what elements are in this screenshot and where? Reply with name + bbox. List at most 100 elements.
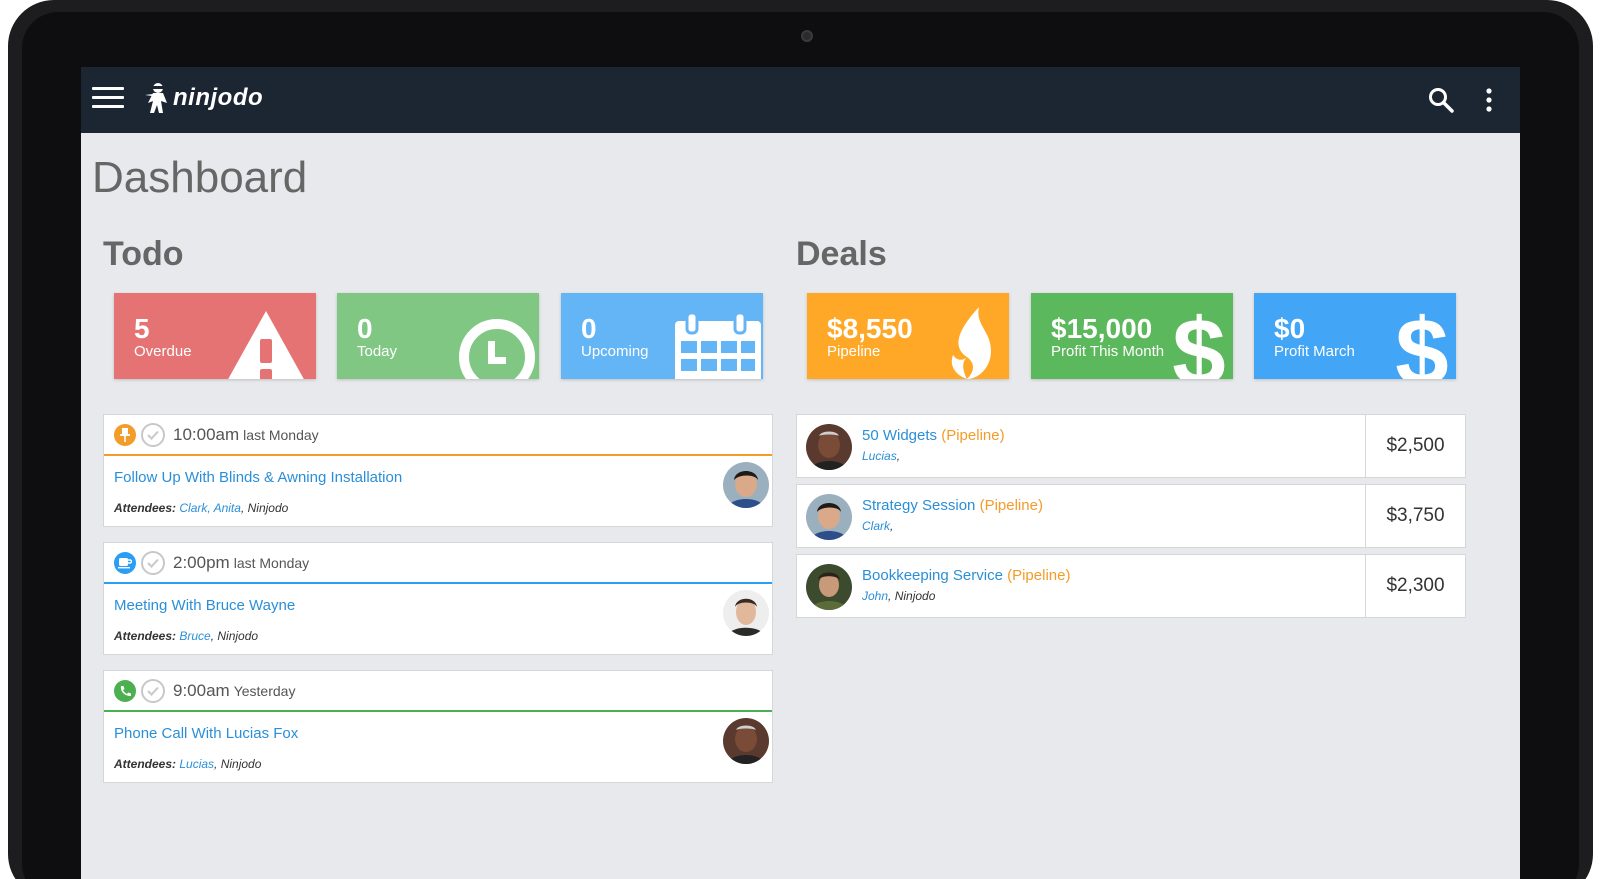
deal-people-links[interactable]: Lucias — [862, 449, 897, 463]
tile-label: Profit This Month — [1051, 343, 1165, 360]
todo-when: last Monday — [243, 426, 319, 443]
todo-time: 10:00am — [173, 424, 240, 444]
check-icon — [147, 558, 159, 568]
todo-when: last Monday — [233, 554, 310, 571]
complete-checkbox[interactable] — [141, 550, 165, 575]
attendees-label: Attendees: — [114, 501, 177, 515]
todo-attendees: Attendees: Lucias, Ninjodo — [114, 757, 261, 771]
app-logo[interactable]: ninjodo — [143, 81, 263, 115]
tile-label: Today — [357, 343, 398, 360]
tile-value: 5 — [134, 313, 150, 344]
check-icon — [147, 686, 159, 696]
tile-value: 0 — [357, 313, 373, 344]
attendee-links[interactable]: Bruce — [179, 629, 210, 643]
tile-upcoming[interactable]: 0 Upcoming — [561, 293, 763, 379]
tile-value: $0 — [1274, 313, 1306, 344]
attendee-links[interactable]: Clark, Anita — [179, 501, 241, 515]
deal-name: Strategy Session — [862, 497, 976, 514]
deal-people: Clark, — [862, 519, 893, 533]
attendee-rest: , Ninjodo — [210, 629, 259, 643]
attendees-label: Attendees: — [114, 757, 177, 771]
todo-title-link[interactable]: Phone Call With Lucias Fox — [114, 725, 298, 742]
deal-amount: $2,300 — [1365, 555, 1465, 617]
camera-icon — [801, 30, 813, 42]
svg-text:$: $ — [1395, 305, 1448, 379]
todo-attendees: Attendees: Bruce, Ninjodo — [114, 629, 258, 643]
tile-label: Overdue — [134, 343, 192, 360]
deal-stage: (Pipeline) — [979, 497, 1043, 514]
pin-icon — [114, 423, 136, 446]
page-title: Dashboard — [92, 153, 308, 202]
hamburger-menu-icon[interactable] — [92, 87, 124, 111]
deal-title-link[interactable]: Strategy Session (Pipeline) — [862, 497, 1043, 514]
avatar[interactable] — [723, 462, 769, 508]
deal-name: 50 Widgets — [862, 427, 938, 444]
deal-title-link[interactable]: 50 Widgets (Pipeline) — [862, 427, 1005, 444]
deals-section-title: Deals — [796, 235, 887, 273]
clock-icon — [459, 319, 535, 379]
deal-people-links[interactable]: Clark — [862, 519, 890, 533]
dollar-icon: $ — [1395, 305, 1448, 379]
deal-people-rest: , — [890, 519, 894, 533]
attendee-links[interactable]: Lucias — [179, 757, 214, 771]
tile-overdue[interactable]: 5 Overdue — [114, 293, 316, 379]
todo-title-link[interactable]: Meeting With Bruce Wayne — [114, 597, 295, 614]
deal-row[interactable]: 50 Widgets (Pipeline) Lucias, $2,500 — [796, 414, 1466, 478]
ninja-logo-icon — [145, 83, 167, 113]
deal-stage: (Pipeline) — [1007, 567, 1071, 584]
avatar[interactable] — [723, 718, 769, 764]
todo-card-header: 9:00am Yesterday — [104, 671, 772, 712]
tile-profit-march[interactable]: $0 Profit March $ — [1254, 293, 1456, 379]
todo-card[interactable]: 9:00am Yesterday Phone Call With Lucias … — [103, 670, 773, 783]
search-icon[interactable] — [1428, 87, 1454, 113]
tile-today[interactable]: 0 Today — [337, 293, 539, 379]
avatar[interactable] — [806, 494, 852, 540]
avatar[interactable] — [806, 564, 852, 610]
deal-amount: $3,750 — [1365, 485, 1465, 547]
tile-profit-this-month[interactable]: $15,000 Profit This Month $ — [1031, 293, 1233, 379]
complete-checkbox[interactable] — [141, 422, 165, 447]
deal-amount: $2,500 — [1365, 415, 1465, 477]
svg-text:$: $ — [1172, 305, 1225, 379]
app-name: ninjodo — [173, 84, 264, 111]
deal-row[interactable]: Strategy Session (Pipeline) Clark, $3,75… — [796, 484, 1466, 548]
top-app-bar: ninjodo — [81, 67, 1520, 133]
deal-title-link[interactable]: Bookkeeping Service (Pipeline) — [862, 567, 1070, 584]
attendee-rest: , Ninjodo — [240, 501, 289, 515]
todo-attendees: Attendees: Clark, Anita, Ninjodo — [114, 501, 288, 515]
phone-icon — [114, 679, 136, 702]
deal-people-rest: , — [896, 449, 901, 463]
app-screen: ninjodo Dashboard Todo Deals 5 Overdue 0… — [81, 67, 1520, 879]
deal-stage: (Pipeline) — [941, 427, 1005, 444]
deal-people-links[interactable]: John — [862, 589, 888, 603]
avatar[interactable] — [723, 590, 769, 636]
flame-icon — [951, 307, 991, 379]
complete-checkbox[interactable] — [141, 678, 165, 703]
deal-people: Lucias, — [862, 449, 900, 463]
todo-section-title: Todo — [103, 235, 184, 273]
todo-time: 2:00pm — [173, 552, 230, 572]
coffee-icon — [114, 551, 136, 574]
avatar[interactable] — [806, 424, 852, 470]
todo-card[interactable]: 10:00am last Monday Follow Up With Blind… — [103, 414, 773, 527]
tile-value: $15,000 — [1051, 313, 1153, 344]
deal-people: John, Ninjodo — [862, 589, 935, 603]
deal-row[interactable]: Bookkeeping Service (Pipeline) John, Nin… — [796, 554, 1466, 618]
more-vert-icon[interactable] — [1484, 87, 1494, 113]
todo-card-header: 2:00pm last Monday — [104, 543, 772, 584]
deal-people-rest: , Ninjodo — [888, 589, 936, 603]
tile-label: Upcoming — [581, 343, 649, 360]
calendar-icon — [675, 311, 761, 379]
tile-label: Profit March — [1274, 343, 1355, 360]
todo-card[interactable]: 2:00pm last Monday Meeting With Bruce Wa… — [103, 542, 773, 655]
attendees-label: Attendees: — [114, 629, 177, 643]
deal-name: Bookkeeping Service — [862, 567, 1003, 584]
todo-title-link[interactable]: Follow Up With Blinds & Awning Installat… — [114, 469, 402, 486]
todo-when: Yesterday — [233, 682, 296, 699]
attendee-rest: , Ninjodo — [214, 757, 262, 771]
tile-pipeline[interactable]: $8,550 Pipeline — [807, 293, 1009, 379]
check-icon — [147, 430, 159, 440]
warning-icon — [228, 311, 304, 379]
todo-card-header: 10:00am last Monday — [104, 415, 772, 456]
dollar-icon: $ — [1172, 305, 1225, 379]
